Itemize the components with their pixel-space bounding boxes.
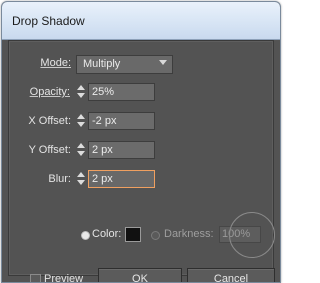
cancel-button[interactable]: Cancel bbox=[187, 268, 275, 282]
preview-checkbox[interactable] bbox=[30, 274, 41, 282]
blur-field[interactable]: 2 px bbox=[88, 170, 155, 188]
color-radio[interactable] bbox=[81, 231, 90, 240]
blur-label: Blur: bbox=[48, 173, 71, 185]
x-offset-field[interactable]: -2 px bbox=[88, 112, 155, 130]
title-bar[interactable]: Drop Shadow bbox=[2, 2, 280, 40]
chevron-down-icon bbox=[159, 60, 167, 65]
ok-button[interactable]: OK bbox=[98, 268, 182, 282]
spin-down-icon[interactable] bbox=[77, 93, 85, 98]
dialog-body: Mode: Multiply Opacity: 25% X Offset: -2… bbox=[8, 40, 275, 282]
highlight-circle bbox=[229, 212, 275, 258]
spin-up-icon[interactable] bbox=[77, 114, 85, 119]
opacity-stepper[interactable] bbox=[75, 83, 87, 100]
spin-down-icon[interactable] bbox=[77, 122, 85, 127]
opacity-field[interactable]: 25% bbox=[88, 83, 155, 101]
darkness-radio[interactable] bbox=[151, 231, 160, 240]
mode-dropdown[interactable]: Multiply bbox=[76, 55, 173, 74]
darkness-label: Darkness: bbox=[164, 228, 214, 240]
mode-value: Multiply bbox=[83, 58, 121, 70]
y-offset-stepper[interactable] bbox=[75, 141, 87, 158]
preview-label: Preview bbox=[44, 273, 84, 283]
dialog-title: Drop Shadow bbox=[12, 14, 85, 28]
blur-stepper[interactable] bbox=[75, 170, 87, 187]
color-swatch[interactable] bbox=[125, 227, 141, 242]
spin-up-icon[interactable] bbox=[77, 85, 85, 90]
drop-shadow-dialog: Drop Shadow Mode: Multiply Opacity: 25% … bbox=[1, 1, 281, 283]
spin-up-icon[interactable] bbox=[77, 172, 85, 177]
y-offset-field[interactable]: 2 px bbox=[88, 141, 155, 159]
x-offset-stepper[interactable] bbox=[75, 112, 87, 129]
opacity-label: Opacity: bbox=[29, 86, 70, 98]
x-offset-label: X Offset: bbox=[28, 115, 71, 127]
color-label: Color: bbox=[92, 228, 122, 240]
spin-down-icon[interactable] bbox=[77, 151, 85, 156]
spin-up-icon[interactable] bbox=[77, 143, 85, 148]
mode-label: Mode: bbox=[40, 57, 71, 69]
spin-down-icon[interactable] bbox=[77, 180, 85, 185]
y-offset-label: Y Offset: bbox=[28, 144, 71, 156]
